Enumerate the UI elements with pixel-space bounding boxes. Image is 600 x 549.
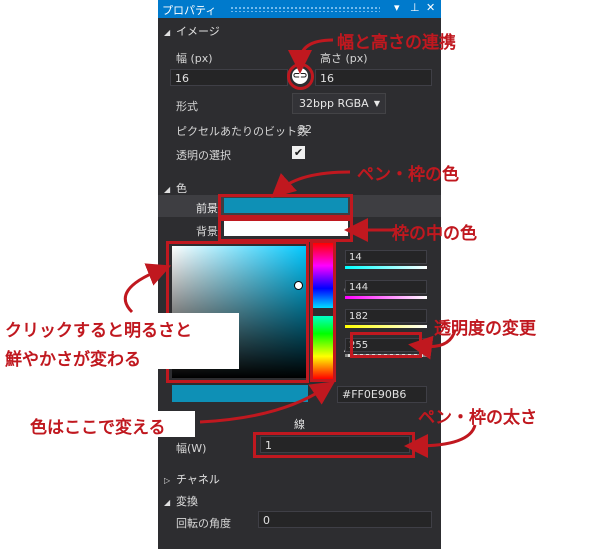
section-channel-label: チャネル xyxy=(176,473,220,486)
g-input[interactable]: 144 xyxy=(345,280,427,294)
arrow-picker xyxy=(123,263,172,314)
section-line-suffix: 線 xyxy=(294,418,305,431)
section-image-label: イメージ xyxy=(176,25,220,38)
annotation-thickness: ペン・枠の太さ xyxy=(418,408,537,428)
line-width-label: 幅(W) xyxy=(176,442,207,455)
collapse-icon: ◢ xyxy=(164,28,171,37)
format-value: 32bpp RGBA xyxy=(299,97,369,110)
highlight-hue xyxy=(310,240,336,382)
highlight-link xyxy=(287,63,314,90)
collapse-icon: ◢ xyxy=(164,498,171,507)
annotation-color-here: 色はここで変える xyxy=(30,418,166,438)
expand-icon: ▷ xyxy=(164,476,171,485)
section-transform-label: 変換 xyxy=(176,495,198,508)
section-transform[interactable]: ◢ 変換 xyxy=(164,493,198,509)
hex-input[interactable]: #FF0E90B6 xyxy=(337,386,427,403)
collapse-icon: ◢ xyxy=(164,185,171,194)
annotation-pen-color: ペン・枠の色 xyxy=(357,165,459,185)
foreground-label: 前景 xyxy=(196,202,218,215)
annotation-click-line2: 鮮やかさが変わる xyxy=(5,350,141,370)
panel-title: プロパティ xyxy=(162,4,217,17)
section-image[interactable]: ◢ イメージ xyxy=(164,23,220,39)
height-input[interactable]: 16 xyxy=(315,69,432,86)
section-color-label: 色 xyxy=(176,182,187,195)
highlight-line-width xyxy=(253,432,415,458)
pin-icon[interactable]: ⊥ xyxy=(410,1,420,14)
r-input[interactable]: 14 xyxy=(345,250,427,264)
width-label: 幅 (px) xyxy=(176,52,213,65)
width-input[interactable]: 16 xyxy=(170,69,288,86)
rotation-input[interactable]: 0 xyxy=(258,511,432,528)
highlight-alpha xyxy=(350,332,422,358)
format-label: 形式 xyxy=(176,100,198,113)
background-label: 背景 xyxy=(196,225,218,238)
annotation-link: 幅と高さの連携 xyxy=(337,33,456,53)
bpp-label: ピクセルあたりのビット数 xyxy=(176,125,308,138)
g-gradient[interactable] xyxy=(345,296,427,299)
b-gradient[interactable] xyxy=(345,325,427,328)
titlebar-grip[interactable] xyxy=(230,6,380,12)
rotation-label: 回転の角度 xyxy=(176,517,231,530)
chevron-down-icon: ▼ xyxy=(373,99,380,108)
b-input[interactable]: 182 xyxy=(345,309,427,323)
annotation-inner-color: 枠の中の色 xyxy=(392,224,477,244)
panel-titlebar: プロパティ ▾ ⊥ ✕ xyxy=(158,0,441,18)
color-preview xyxy=(172,385,308,402)
dropdown-icon[interactable]: ▾ xyxy=(394,1,400,14)
format-dropdown[interactable]: 32bpp RGBA ▼ xyxy=(292,93,386,114)
annotation-opacity: 透明度の変更 xyxy=(434,319,536,339)
highlight-background xyxy=(218,218,353,242)
r-gradient[interactable] xyxy=(345,266,427,269)
transparency-checkbox[interactable]: ✔ xyxy=(292,146,305,159)
highlight-foreground xyxy=(218,194,353,218)
section-channel[interactable]: ▷ チャネル xyxy=(164,471,220,487)
section-color[interactable]: ◢ 色 xyxy=(164,180,187,196)
bpp-value: 32 xyxy=(298,123,312,136)
annotation-click-line1: クリックすると明るさと xyxy=(5,321,192,341)
transparency-label: 透明の選択 xyxy=(176,149,231,162)
close-icon[interactable]: ✕ xyxy=(426,1,435,14)
